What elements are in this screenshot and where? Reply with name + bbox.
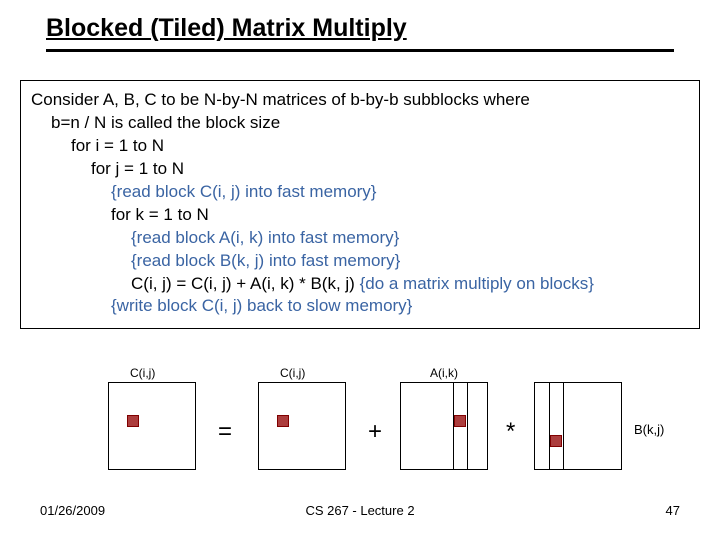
j-col-line xyxy=(549,383,550,469)
algo-line: for j = 1 to N xyxy=(91,158,689,181)
algo-code: C(i, j) = C(i, j) + A(i, k) * B(k, j) xyxy=(131,274,360,293)
label-c-ij: C(i,j) xyxy=(280,366,305,380)
algo-line: {read block B(k, j) into fast memory} xyxy=(131,250,689,273)
block-c-ij xyxy=(277,415,289,427)
plus-op: + xyxy=(368,418,382,446)
algo-line: {read block C(i, j) into fast memory} xyxy=(111,181,689,204)
algo-line: Consider A, B, C to be N-by-N matrices o… xyxy=(31,89,689,112)
algorithm-box: Consider A, B, C to be N-by-N matrices o… xyxy=(20,80,700,329)
star-op: * xyxy=(506,418,515,446)
label-c-ij: C(i,j) xyxy=(130,366,155,380)
algo-line: for k = 1 to N xyxy=(111,204,689,227)
matrix-c-rhs xyxy=(258,382,346,470)
block-diagram: C(i,j) = C(i,j) + A(i,k) * B(k,j) xyxy=(0,362,720,502)
algo-line: for i = 1 to N xyxy=(71,135,689,158)
algo-line: {write block C(i, j) back to slow memory… xyxy=(111,295,689,318)
matrix-c-result xyxy=(108,382,196,470)
label-a-ik: A(i,k) xyxy=(430,366,458,380)
equals-op: = xyxy=(218,418,232,446)
page-title: Blocked (Tiled) Matrix Multiply xyxy=(46,14,407,42)
algo-comment: {do a matrix multiply on blocks} xyxy=(360,274,594,293)
algo-line: C(i, j) = C(i, j) + A(i, k) * B(k, j) {d… xyxy=(131,273,689,296)
block-a-ik xyxy=(454,415,466,427)
j-col-line xyxy=(563,383,564,469)
algo-line: b=n / N is called the block size xyxy=(51,112,689,135)
matrix-a xyxy=(400,382,488,470)
block-b-kj xyxy=(550,435,562,447)
footer-lecture: CS 267 - Lecture 2 xyxy=(0,503,720,518)
label-b-kj: B(k,j) xyxy=(634,422,664,437)
matrix-b xyxy=(534,382,622,470)
algo-line: {read block A(i, k) into fast memory} xyxy=(131,227,689,250)
footer-page-number: 47 xyxy=(666,503,680,518)
k-col-line xyxy=(467,383,468,469)
block-c-ij xyxy=(127,415,139,427)
